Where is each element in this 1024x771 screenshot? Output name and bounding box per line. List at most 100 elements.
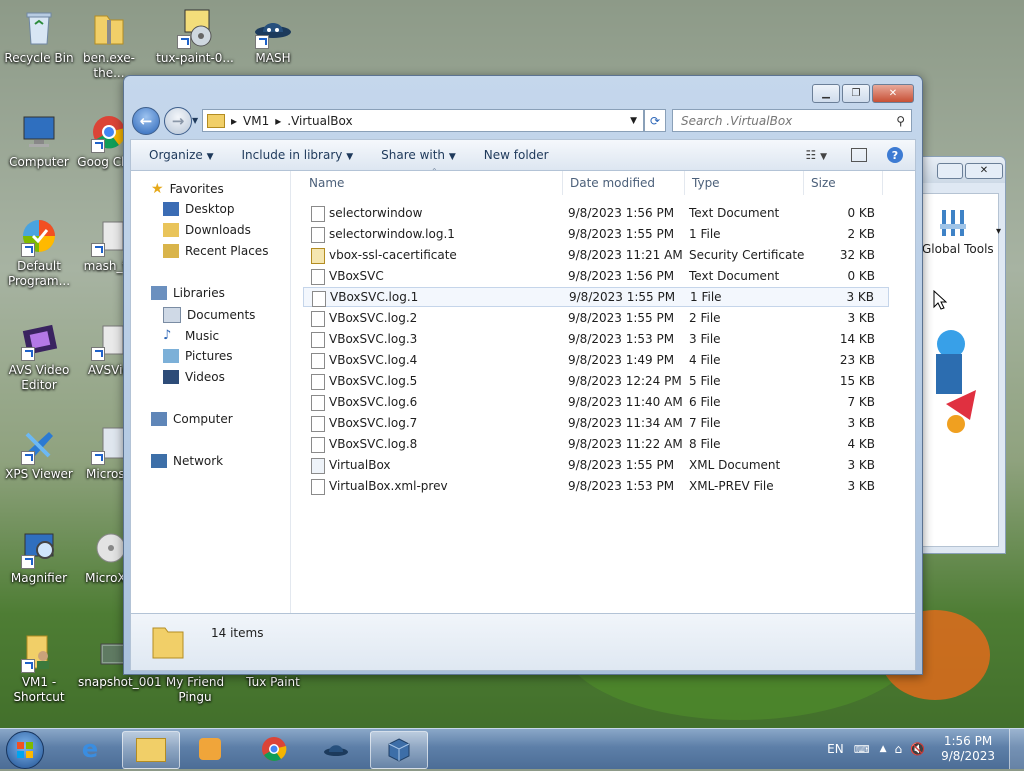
file-row[interactable]: selectorwindow 9/8/2023 1:56 PM Text Doc… [303, 203, 889, 223]
desktop-icon-mash[interactable]: MASH [234, 8, 312, 66]
clock[interactable]: 1:56 PM 9/8/2023 [941, 734, 995, 764]
chevron-down-icon[interactable]: ▾ [996, 226, 1001, 237]
file-type: XML Document [689, 458, 781, 472]
search-icon[interactable]: ⚲ [896, 114, 905, 128]
search-box[interactable]: ⚲ [672, 109, 912, 132]
column-header-type[interactable]: Type [684, 171, 804, 195]
file-icon [311, 374, 325, 390]
desktop-icon-recycle-bin[interactable]: Recycle Bin [0, 8, 78, 66]
breadcrumb-virtualbox[interactable]: .VirtualBox [287, 114, 352, 128]
file-size: 4 KB [847, 437, 875, 451]
organize-button[interactable]: Organize ▼ [139, 148, 224, 162]
search-input[interactable] [679, 112, 883, 129]
file-row[interactable]: VirtualBox 9/8/2023 1:55 PM XML Document… [303, 455, 889, 475]
file-date: 9/8/2023 11:21 AM [568, 248, 683, 262]
address-bar[interactable]: ▸ VM1 ▸ .VirtualBox ▼ [202, 109, 644, 132]
file-size: 3 KB [847, 311, 875, 325]
file-name: vbox-ssl-cacertificate [329, 248, 457, 262]
nav-documents[interactable]: Documents [163, 307, 255, 323]
mash-hat-icon [324, 745, 348, 756]
taskbar-internet-explorer[interactable]: e [62, 731, 118, 767]
nav-favorites[interactable]: ★ Favorites [151, 181, 224, 197]
column-header-date-modified[interactable]: Date modified [562, 171, 685, 195]
address-dropdown-icon[interactable]: ▼ [630, 116, 637, 126]
include-in-library-button[interactable]: Include in library ▼ [232, 148, 364, 162]
desktop-icon-computer[interactable]: Computer [0, 112, 78, 170]
mash-hat-icon [253, 8, 293, 49]
desktop-icon-tux-paint-installer[interactable]: tux-paint-0... [156, 8, 234, 66]
nav-computer[interactable]: Computer [151, 412, 233, 426]
taskbar-windows-explorer[interactable] [122, 731, 180, 769]
file-row[interactable]: VirtualBox.xml-prev 9/8/2023 1:53 PM XML… [303, 476, 889, 496]
forward-button[interactable]: → [164, 107, 192, 135]
file-row[interactable]: VBoxSVC.log.6 9/8/2023 11:40 AM 6 File 7… [303, 392, 889, 412]
file-row[interactable]: VBoxSVC 9/8/2023 1:56 PM Text Document 0… [303, 266, 889, 286]
global-tools-label[interactable]: Global Tools [922, 242, 994, 256]
file-row[interactable]: VBoxSVC.log.3 9/8/2023 1:53 PM 3 File 14… [303, 329, 889, 349]
recent-pages-dropdown[interactable]: ▼ [192, 116, 198, 125]
file-row[interactable]: VBoxSVC.log.2 9/8/2023 1:55 PM 2 File 3 … [303, 308, 889, 328]
nav-pictures[interactable]: Pictures [163, 349, 233, 363]
view-options-icon[interactable]: ☷ ▼ [806, 148, 828, 162]
nav-recent-places[interactable]: Recent Places [163, 244, 268, 258]
back-button[interactable]: ← [132, 107, 160, 135]
global-tools-icon[interactable] [938, 208, 968, 238]
taskbar-media-player[interactable] [182, 731, 238, 767]
file-row[interactable]: VBoxSVC.log.7 9/8/2023 11:34 AM 7 File 3… [303, 413, 889, 433]
start-button[interactable] [6, 731, 44, 769]
file-type: 3 File [689, 332, 721, 346]
file-icon [311, 479, 325, 495]
music-icon: ♪ [163, 328, 172, 343]
background-window-titlebar[interactable]: ✕ [909, 157, 1005, 183]
file-icon [311, 437, 325, 453]
breadcrumb-vm1[interactable]: VM1 [243, 114, 269, 128]
show-hidden-icons-button[interactable]: ▲ [880, 744, 887, 754]
help-icon[interactable]: ? [887, 147, 903, 163]
taskbar-chrome[interactable] [246, 731, 302, 767]
nav-music[interactable]: ♪ Music [163, 328, 219, 343]
file-row[interactable]: vbox-ssl-cacertificate 9/8/2023 11:21 AM… [303, 245, 889, 265]
text-file-icon [311, 206, 325, 222]
language-indicator[interactable]: EN [827, 742, 844, 756]
explorer-window: ▁ ❐ ✕ ← → ▼ ▸ VM1 ▸ .VirtualBox ▼ ⟳ ⚲ Or… [123, 75, 923, 675]
share-with-button[interactable]: Share with ▼ [371, 148, 466, 162]
file-row[interactable]: VBoxSVC.log.4 9/8/2023 1:49 PM 4 File 23… [303, 350, 889, 370]
keyboard-icon[interactable]: ⌨ [854, 743, 870, 756]
nav-videos[interactable]: Videos [163, 370, 225, 384]
desktop-icon-ben-exe[interactable]: ben.exe-the... [70, 8, 148, 81]
taskbar-virtualbox[interactable] [370, 731, 428, 769]
file-date: 9/8/2023 1:55 PM [568, 311, 675, 325]
new-folder-button[interactable]: New folder [474, 148, 559, 162]
breadcrumb-separator-icon[interactable]: ▸ [231, 114, 237, 128]
close-button[interactable]: ✕ [872, 84, 914, 103]
nav-downloads[interactable]: Downloads [163, 223, 251, 237]
column-header-size[interactable]: Size [803, 171, 883, 195]
file-row[interactable]: VBoxSVC.log.5 9/8/2023 12:24 PM 5 File 1… [303, 371, 889, 391]
desktop-icon-vm1-shortcut[interactable]: VM1 - Shortcut [0, 632, 78, 705]
taskbar-mash[interactable] [308, 731, 364, 767]
file-row-hovered[interactable]: VBoxSVC.log.1 9/8/2023 1:55 PM 1 File 3 … [303, 287, 889, 307]
star-icon: ★ [151, 181, 164, 197]
desktop-icon-magnifier[interactable]: Magnifier [0, 528, 78, 586]
volume-muted-icon[interactable]: 🔇 [910, 742, 925, 756]
nav-desktop[interactable]: Desktop [163, 202, 235, 216]
maximize-button[interactable]: ❐ [842, 84, 870, 103]
column-header-name[interactable]: Name [301, 171, 563, 195]
nav-network[interactable]: Network [151, 454, 223, 468]
preview-pane-icon[interactable] [851, 148, 867, 162]
show-desktop-button[interactable] [1009, 729, 1024, 769]
desktop-icon-xps-viewer[interactable]: XPS Viewer [0, 424, 78, 482]
nav-libraries[interactable]: Libraries [151, 286, 225, 300]
network-status-icon[interactable]: ⌂ [895, 742, 903, 756]
breadcrumb-separator-icon[interactable]: ▸ [275, 114, 281, 128]
file-name: VirtualBox.xml-prev [329, 479, 448, 493]
refresh-button[interactable]: ⟳ [644, 109, 666, 132]
minimize-button[interactable]: ▁ [812, 84, 840, 103]
file-row[interactable]: VBoxSVC.log.8 9/8/2023 11:22 AM 8 File 4… [303, 434, 889, 454]
file-icon [311, 416, 325, 432]
file-row[interactable]: selectorwindow.log.1 9/8/2023 1:55 PM 1 … [303, 224, 889, 244]
desktop-icon-default-programs[interactable]: Default Program... [0, 216, 78, 289]
desktop-icon-avs-video-editor[interactable]: AVS Video Editor [0, 320, 78, 393]
background-maximize-button[interactable] [937, 163, 963, 179]
background-close-button[interactable]: ✕ [965, 163, 1003, 179]
